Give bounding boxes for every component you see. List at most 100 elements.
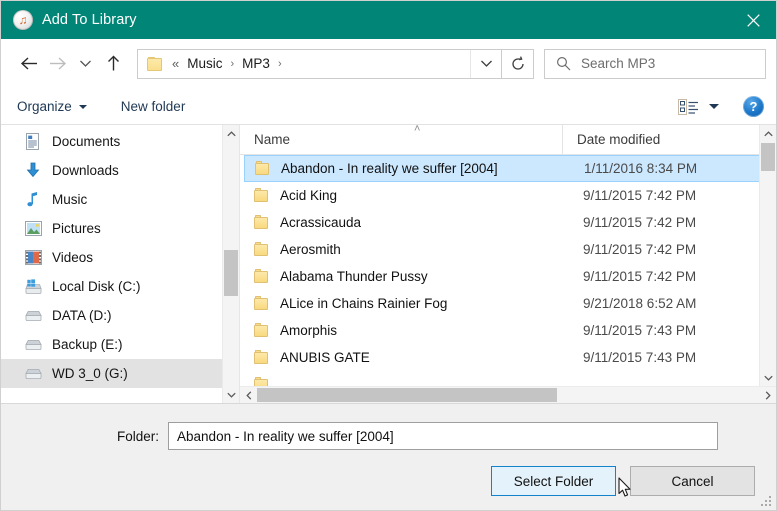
sidebar-item-label: Music (52, 192, 87, 207)
file-name: Alabama Thunder Pussy (280, 269, 568, 284)
sidebar-scroll-thumb[interactable] (224, 250, 238, 296)
file-scroll-thumb[interactable] (761, 143, 775, 171)
list-view-icon[interactable] (678, 99, 699, 115)
new-folder-label: New folder (121, 99, 186, 114)
hscroll-track[interactable] (257, 387, 759, 403)
sidebar-item-label: Local Disk (C:) (52, 279, 141, 294)
file-date: 1/11/2016 8:34 PM (569, 161, 697, 176)
organize-label: Organize (17, 99, 72, 114)
breadcrumb-item-mp3[interactable]: MP3 (239, 54, 273, 73)
sidebar-item-local-disk-c[interactable]: Local Disk (C:) (1, 272, 239, 301)
up-icon[interactable] (99, 50, 127, 78)
new-folder-button[interactable]: New folder (121, 99, 186, 114)
sidebar-item-documents[interactable]: Documents (1, 127, 239, 156)
sidebar-item-label: Downloads (52, 163, 119, 178)
file-rows: Abandon - In reality we suffer [2004] 1/… (240, 155, 776, 386)
folder-icon (147, 57, 163, 71)
file-date: 9/11/2015 7:43 PM (568, 323, 696, 338)
videos-icon (23, 249, 43, 267)
back-icon[interactable] (15, 50, 43, 78)
help-label: ? (750, 99, 758, 114)
help-icon[interactable]: ? (743, 96, 764, 117)
sidebar-scroll-down-icon[interactable] (223, 386, 239, 403)
sidebar-item-downloads[interactable]: Downloads (1, 156, 239, 185)
file-scroll-down-icon[interactable] (760, 369, 776, 386)
table-row-partial[interactable] (244, 371, 776, 386)
refresh-icon[interactable] (502, 49, 534, 79)
title-bar: Add To Library (1, 1, 776, 39)
search-input[interactable]: Search MP3 (544, 49, 766, 79)
sidebar-item-label: Documents (52, 134, 120, 149)
sidebar-item-wd-3-0-g[interactable]: WD 3_0 (G:) (1, 359, 239, 388)
table-row[interactable]: ALice in Chains Rainier Fog 9/21/2018 6:… (244, 290, 776, 317)
window-title: Add To Library (42, 12, 137, 28)
breadcrumb-separator-1[interactable]: › (226, 58, 240, 70)
search-icon (556, 56, 571, 71)
file-scroll-up-icon[interactable] (760, 125, 776, 142)
file-date: 9/11/2015 7:42 PM (568, 215, 696, 230)
sidebar-item-data-d[interactable]: DATA (D:) (1, 301, 239, 330)
sidebar-item-label: Videos (52, 250, 93, 265)
file-list-pane: Name ˄ Date modified Abandon - In realit… (240, 125, 776, 403)
folder-icon (254, 269, 270, 284)
file-list-horizontal-scrollbar[interactable] (240, 386, 776, 403)
hscroll-left-icon[interactable] (240, 387, 257, 403)
hscroll-thumb[interactable] (257, 388, 557, 402)
breadcrumb[interactable]: « Music › MP3 › (137, 49, 502, 79)
select-folder-button[interactable]: Select Folder (491, 466, 616, 496)
sidebar-item-pictures[interactable]: Pictures (1, 214, 239, 243)
table-row[interactable]: Acid King 9/11/2015 7:42 PM (244, 182, 776, 209)
breadcrumb-separator-2[interactable]: › (273, 58, 287, 70)
forward-icon (43, 50, 71, 78)
close-icon[interactable] (730, 1, 776, 39)
column-header-label: Name (254, 132, 290, 147)
sidebar-scroll-up-icon[interactable] (223, 125, 239, 142)
table-row[interactable]: Acrassicauda 9/11/2015 7:42 PM (244, 209, 776, 236)
chevron-down-icon (79, 105, 87, 109)
navigation-bar: « Music › MP3 › Sea (1, 39, 776, 89)
folder-name-input[interactable]: Abandon - In reality we suffer [2004] (168, 422, 718, 450)
organize-button[interactable]: Organize (17, 99, 87, 114)
sidebar-item-videos[interactable]: Videos (1, 243, 239, 272)
table-row[interactable]: Alabama Thunder Pussy 9/11/2015 7:42 PM (244, 263, 776, 290)
hscroll-right-icon[interactable] (759, 387, 776, 403)
breadcrumb-item-music[interactable]: Music (184, 54, 225, 73)
folder-label: Folder: (117, 429, 159, 444)
column-header-date-modified[interactable]: Date modified (563, 125, 776, 154)
select-folder-label: Select Folder (514, 474, 594, 489)
drive-icon (23, 336, 43, 354)
sidebar-item-music[interactable]: Music (1, 185, 239, 214)
column-headers: Name ˄ Date modified (240, 125, 776, 155)
breadcrumb-chevron-down-icon[interactable] (470, 50, 501, 78)
folder-icon (254, 242, 270, 257)
recent-locations-chevron-down-icon[interactable] (71, 50, 99, 78)
view-chevron-down-icon[interactable] (709, 104, 719, 109)
cancel-button[interactable]: Cancel (630, 466, 755, 496)
pictures-icon (23, 220, 43, 238)
table-row[interactable]: Amorphis 9/11/2015 7:43 PM (244, 317, 776, 344)
sidebar-item-label: DATA (D:) (52, 308, 112, 323)
resize-grip[interactable] (761, 496, 772, 507)
table-row[interactable]: ANUBIS GATE 9/11/2015 7:43 PM (244, 344, 776, 371)
sidebar-item-label: Pictures (52, 221, 101, 236)
sidebar-item-backup-e[interactable]: Backup (E:) (1, 330, 239, 359)
dialog-body: Documents Downloads (1, 125, 776, 404)
sort-ascending-icon: ˄ (414, 124, 420, 134)
downloads-icon (23, 162, 43, 180)
file-date: 9/11/2015 7:42 PM (568, 242, 696, 257)
table-row[interactable]: Aerosmith 9/11/2015 7:42 PM (244, 236, 776, 263)
table-row[interactable]: Abandon - In reality we suffer [2004] 1/… (244, 155, 775, 182)
music-note-icon (13, 10, 33, 30)
sidebar-item-label: Backup (E:) (52, 337, 123, 352)
breadcrumb-overflow[interactable]: « (167, 56, 184, 71)
folder-icon (254, 296, 270, 311)
file-name: Abandon - In reality we suffer [2004] (281, 161, 569, 176)
sidebar-scrollbar[interactable] (222, 125, 239, 403)
file-list-scrollbar[interactable] (759, 125, 776, 386)
folder-icon (254, 323, 270, 338)
documents-icon (23, 133, 43, 151)
toolbar-right-group: ? (678, 96, 764, 117)
file-date: 9/21/2018 6:52 AM (568, 296, 696, 311)
drive-icon (23, 307, 43, 325)
column-header-name[interactable]: Name ˄ (240, 125, 563, 154)
